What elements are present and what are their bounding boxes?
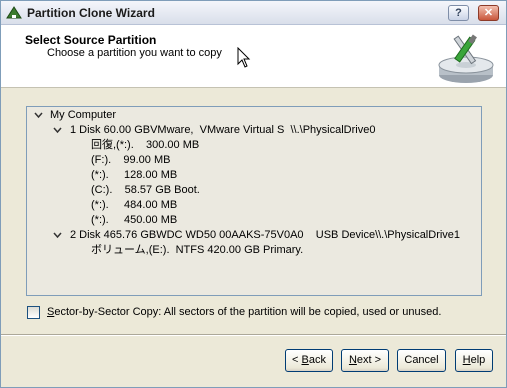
title-bar[interactable]: Partition Clone Wizard ? ✕ [1,1,506,25]
partition-item[interactable]: (C:). 58.57 GB Boot. [91,183,200,198]
partition-item[interactable]: ボリューム,(E:). NTFS 420.00 GB Primary. [91,243,303,258]
mouse-cursor-icon [237,47,251,68]
back-button[interactable]: < Back [285,349,333,372]
app-icon [6,6,22,19]
collapse-arrow-icon[interactable] [53,231,62,240]
partition-item[interactable]: (*:). 484.00 MB [91,198,177,213]
tree-root-my-computer[interactable]: My Computer [50,108,116,123]
next-button[interactable]: Next > [341,349,389,372]
partition-tree[interactable]: My Computer 1 Disk 60.00 GBVMware, VMwar… [26,106,482,296]
tree-disk-1[interactable]: 1 Disk 60.00 GBVMware, VMware Virtual S … [70,123,375,138]
footer-divider [1,334,506,336]
title-close-button[interactable]: ✕ [478,5,499,21]
page-subtitle: Choose a partition you want to copy [47,47,222,59]
help-button[interactable]: Help [455,349,493,372]
page-title: Select Source Partition [25,33,157,47]
sector-by-sector-checkbox[interactable] [27,306,40,319]
collapse-arrow-icon[interactable] [53,126,62,135]
wizard-header: Select Source Partition Choose a partiti… [1,25,506,88]
partition-item[interactable]: (*:). 450.00 MB [91,213,177,228]
disk-tools-icon [438,34,494,83]
collapse-arrow-icon[interactable] [34,111,43,120]
wizard-window: Partition Clone Wizard ? ✕ Select Source… [0,0,507,388]
tree-disk-2[interactable]: 2 Disk 465.76 GBWDC WD50 00AAKS-75V0A0 U… [70,228,460,243]
partition-item[interactable]: (F:). 99.00 MB [91,153,170,168]
sector-by-sector-label[interactable]: Sector-by-Sector Copy: All sectors of th… [47,306,441,318]
window-title: Partition Clone Wizard [27,6,155,20]
partition-item[interactable]: 回復,(*:). 300.00 MB [91,138,199,153]
title-help-button[interactable]: ? [448,5,469,21]
cancel-button[interactable]: Cancel [397,349,446,372]
partition-item[interactable]: (*:). 128.00 MB [91,168,177,183]
